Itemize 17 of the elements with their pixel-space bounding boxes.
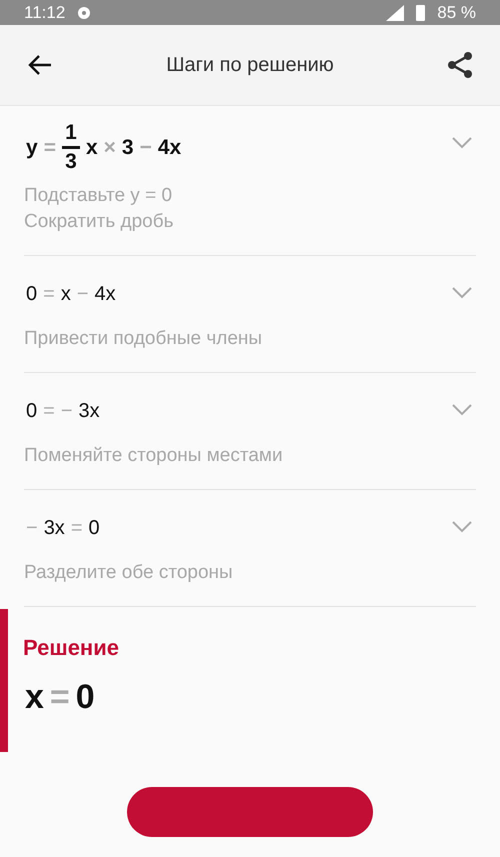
equation: 0 = − 3x xyxy=(25,398,101,424)
step-description: Поменяйте стороны местами xyxy=(24,445,284,468)
equation: − 3x = 0 xyxy=(25,516,101,541)
step-description: Разделите обе стороны xyxy=(24,562,234,584)
step-description: Сократить дробь xyxy=(24,211,175,234)
notification-icon xyxy=(77,6,92,20)
battery-percent: 85 % xyxy=(437,2,476,22)
action-button[interactable] xyxy=(127,787,373,838)
step-description: Привести подобные члены xyxy=(24,328,264,350)
status-time: 11:12 xyxy=(24,2,66,22)
equation: x = 0 xyxy=(24,676,96,718)
equation: 0 = x − 4x xyxy=(25,282,117,307)
step-description: Подставьте y = 0 xyxy=(24,185,174,208)
page-title: Шаги по решению xyxy=(165,54,335,76)
signal-icon xyxy=(386,4,404,20)
solution-title: Решение xyxy=(23,635,119,662)
battery-icon xyxy=(416,4,426,20)
